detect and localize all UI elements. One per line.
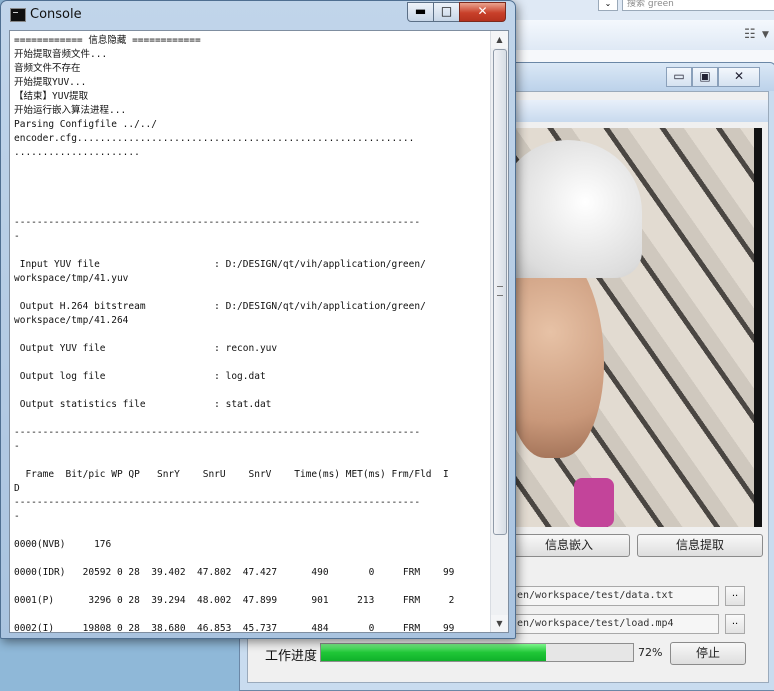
scroll-thumb[interactable] xyxy=(493,49,507,535)
progress-percent: 72% xyxy=(638,646,663,659)
close-button[interactable]: ✕ xyxy=(718,67,760,87)
console-line: ============ 信息隐藏 ============ xyxy=(14,35,201,46)
console-output-text: ============ 信息隐藏 ============ 开始提取音频文件..… xyxy=(14,34,484,633)
console-line: Input YUV file : D:/DESIGN/qt/vih/applic… xyxy=(14,259,426,270)
console-line: ----------------------------------------… xyxy=(14,217,421,228)
explorer-toolbar xyxy=(505,20,774,51)
close-button[interactable]: ✕ xyxy=(459,2,506,22)
console-line: Frame Bit/pic WP QP SnrY SnrU SnrV Time(… xyxy=(14,469,449,480)
maximize-button[interactable]: □ xyxy=(433,2,460,22)
minimize-button[interactable]: ▭ xyxy=(666,67,692,87)
console-line: workspace/tmp/41.264 xyxy=(14,315,129,326)
console-line: Output log file : log.dat xyxy=(14,371,266,382)
list-view-icon[interactable]: ☷ xyxy=(744,27,756,42)
console-icon xyxy=(10,8,26,22)
console-line: 0000(NVB) 176 xyxy=(14,539,112,550)
progress-label: 工作进度 xyxy=(265,649,318,664)
console-line: 音频文件不存在 xyxy=(14,63,81,74)
console-line: encoder.cfg.............................… xyxy=(14,133,415,144)
chevron-down-icon[interactable]: ⌄ xyxy=(598,0,618,11)
console-output-area[interactable]: ============ 信息隐藏 ============ 开始提取音频文件..… xyxy=(9,30,509,633)
console-line: 0001(P) 3296 0 28 39.294 48.002 47.899 9… xyxy=(14,595,455,606)
console-line: D xyxy=(14,483,20,494)
console-line: 开始运行嵌入算法进程... xyxy=(14,105,127,116)
chevron-down-icon[interactable]: ▼ xyxy=(762,30,769,40)
console-line: Output statistics file : stat.dat xyxy=(14,399,272,410)
console-title: Console xyxy=(30,7,82,22)
console-line: ----------------------------------------… xyxy=(14,497,421,508)
console-line: ----------------------------------------… xyxy=(14,427,421,438)
embed-button[interactable]: 信息嵌入 xyxy=(508,534,630,557)
stop-button[interactable]: 停止 xyxy=(670,642,746,665)
browse-data-button[interactable]: .. xyxy=(725,586,745,606)
console-line: 0000(IDR) 20592 0 28 39.402 47.802 47.42… xyxy=(14,567,455,578)
progress-fill xyxy=(321,644,546,661)
scroll-up-button[interactable]: ▲ xyxy=(491,31,508,48)
scroll-down-button[interactable]: ▼ xyxy=(491,615,508,632)
extract-button[interactable]: 信息提取 xyxy=(637,534,763,557)
console-line: Output YUV file : recon.yuv xyxy=(14,343,278,354)
console-line: 开始提取音频文件... xyxy=(14,49,108,60)
console-line: 【结束】YUV提取 xyxy=(14,91,89,102)
console-line: 开始提取YUV... xyxy=(14,77,87,88)
data-file-field[interactable]: en/workspace/test/data.txt xyxy=(512,586,719,606)
minimize-button[interactable]: ▬ xyxy=(407,2,434,22)
video-file-field[interactable]: en/workspace/test/load.mp4 xyxy=(512,614,719,634)
console-line: - xyxy=(14,511,20,522)
console-line: Output H.264 bitstream : D:/DESIGN/qt/vi… xyxy=(14,301,426,312)
explorer-search-box[interactable]: 搜索 green xyxy=(622,0,774,11)
console-line: 0002(I) 19808 0 28 38.680 46.853 45.737 … xyxy=(14,623,455,633)
console-window: Console ▬ □ ✕ ============ 信息隐藏 ========… xyxy=(0,0,516,639)
console-line: - xyxy=(14,231,20,242)
console-line: - xyxy=(14,441,20,452)
console-line: workspace/tmp/41.yuv xyxy=(14,273,129,284)
console-line: ...................... xyxy=(14,147,140,158)
search-text: 搜索 green xyxy=(627,0,674,9)
vertical-scrollbar[interactable]: ▲ ▼ xyxy=(490,31,508,632)
restore-button[interactable]: ▣ xyxy=(692,67,718,87)
console-line: Parsing Configfile ../../ xyxy=(14,119,157,130)
video-preview xyxy=(514,128,762,527)
browse-video-button[interactable]: .. xyxy=(725,614,745,634)
progress-bar xyxy=(320,643,634,662)
